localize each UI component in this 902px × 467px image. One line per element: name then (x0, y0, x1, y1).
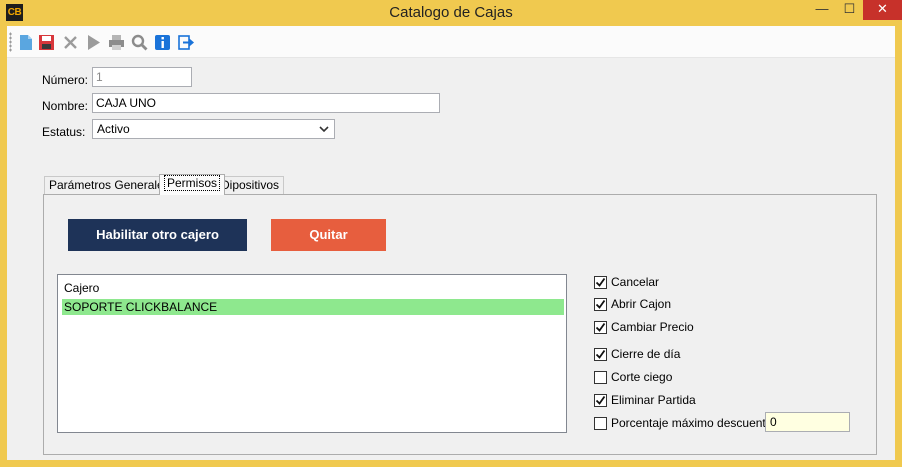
tab-dipositivos[interactable]: Dipositivos (216, 176, 285, 195)
estatus-select[interactable]: Activo (92, 119, 335, 139)
tab-parametros-generales[interactable]: Parámetros Generales (44, 176, 175, 195)
check-label: Porcentaje máximo descuento (611, 416, 773, 430)
new-document-icon[interactable] (17, 34, 34, 51)
nombre-field[interactable]: CAJA UNO (92, 93, 440, 113)
check-label: Cancelar (611, 275, 660, 289)
quitar-button[interactable]: Quitar (271, 219, 386, 251)
info-icon[interactable] (154, 34, 171, 51)
checkbox-corte-ciego[interactable] (594, 370, 607, 384)
minimize-button[interactable]: — (808, 0, 836, 20)
play-icon[interactable] (85, 34, 102, 51)
chevron-down-icon (318, 121, 330, 137)
estatus-selected-value: Activo (97, 122, 130, 136)
checkbox-cambiar-precio[interactable] (594, 320, 607, 334)
check-cierre-dia[interactable]: Cierre de día (594, 346, 680, 362)
exit-icon[interactable] (178, 34, 195, 51)
cajeros-list[interactable]: Cajero SOPORTE CLICKBALANCE (57, 274, 567, 433)
numero-label: Número: (42, 73, 89, 87)
check-eliminar-partida[interactable]: Eliminar Partida (594, 392, 696, 408)
check-label: Eliminar Partida (611, 393, 696, 407)
check-cambiar-precio[interactable]: Cambiar Precio (594, 319, 694, 335)
checkbox-cancelar[interactable] (594, 275, 607, 289)
app-window: CB Catalogo de Cajas — ☐ ✕ Número: 1 Nom… (0, 0, 902, 467)
maximize-button[interactable]: ☐ (836, 0, 863, 20)
checkbox-abrir-cajon[interactable] (594, 297, 607, 311)
check-corte-ciego[interactable]: Corte ciego (594, 369, 672, 385)
toolbar-grip-icon[interactable] (9, 32, 12, 52)
check-abrir-cajon[interactable]: Abrir Cajon (594, 296, 671, 312)
check-cancelar[interactable]: Cancelar (594, 274, 659, 290)
check-label: Abrir Cajon (611, 297, 672, 311)
habilitar-cajero-button[interactable]: Habilitar otro cajero (68, 219, 247, 251)
checkbox-cierre-dia[interactable] (594, 347, 607, 361)
check-porcentaje-descuento[interactable]: Porcentaje máximo descuento (594, 415, 772, 431)
checkbox-porcentaje-descuento[interactable] (594, 416, 607, 430)
check-label: Corte ciego (611, 370, 673, 384)
tab-permisos-label: Permisos (164, 175, 221, 191)
delete-icon[interactable] (62, 34, 79, 51)
list-item[interactable]: SOPORTE CLICKBALANCE (62, 299, 564, 315)
nombre-label: Nombre: (42, 99, 89, 113)
window-client: Número: 1 Nombre: CAJA UNO Estatus: Acti… (7, 26, 895, 460)
toolbar (7, 26, 895, 58)
check-label: Cierre de día (611, 347, 681, 361)
search-icon[interactable] (131, 34, 148, 51)
porcentaje-descuento-input[interactable]: 0 (765, 412, 850, 432)
save-icon[interactable] (38, 34, 55, 51)
window-title: Catalogo de Cajas (389, 4, 513, 21)
print-icon[interactable] (108, 34, 125, 51)
permisos-panel: Habilitar otro cajero Quitar Cajero SOPO… (43, 194, 877, 455)
check-label: Cambiar Precio (611, 320, 694, 334)
checkbox-eliminar-partida[interactable] (594, 393, 607, 407)
tab-permisos[interactable]: Permisos (159, 174, 226, 195)
title-bar[interactable]: CB Catalogo de Cajas — ☐ ✕ (0, 0, 902, 26)
list-header-cajero: Cajero (64, 281, 100, 295)
estatus-label: Estatus: (42, 125, 86, 139)
close-button[interactable]: ✕ (863, 0, 902, 20)
numero-field: 1 (92, 67, 192, 87)
